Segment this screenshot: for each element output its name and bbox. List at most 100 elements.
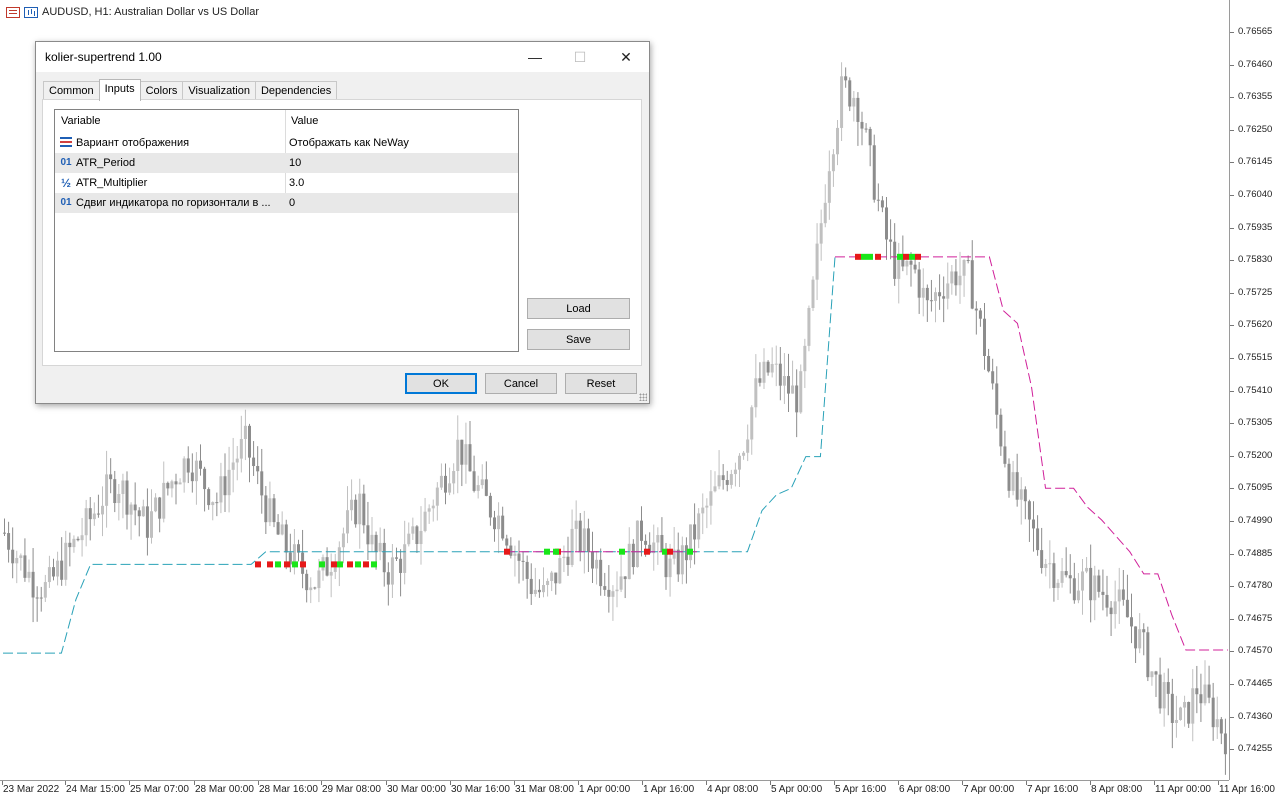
candle-body: [1125, 599, 1129, 618]
input-row-atr-multiplier[interactable]: ½ ATR_Multiplier 3.0: [55, 173, 518, 193]
tab-dependencies[interactable]: Dependencies: [254, 81, 338, 100]
candle-body: [444, 475, 447, 493]
candle-body: [415, 526, 419, 545]
time-label: 23 Mar 2022: [3, 784, 60, 795]
candle-body: [750, 407, 754, 440]
time-label: 30 Mar 00:00: [387, 784, 446, 795]
candle-body: [586, 528, 590, 552]
price-axis[interactable]: 0.76565 0.76460 0.76355 0.76250 0.76145 0.760…: [1229, 0, 1280, 780]
candle-body: [1142, 629, 1146, 633]
input-value[interactable]: Отображать как NeWay: [289, 133, 409, 153]
input-row-display-mode[interactable]: Вариант отображения Отображать как NeWay: [55, 133, 518, 153]
time-label: 4 Apr 08:00: [707, 784, 759, 795]
minimize-button[interactable]: —: [512, 42, 558, 72]
candle-body: [272, 498, 276, 523]
value-column-header[interactable]: Value: [285, 110, 518, 132]
candle-body: [101, 505, 104, 515]
candle-body: [1183, 701, 1187, 708]
candle-body: [43, 582, 47, 598]
candle-body: [68, 542, 72, 548]
candle-body: [3, 532, 6, 534]
candle-body: [1146, 632, 1150, 678]
candle-body: [439, 475, 443, 488]
candle-body: [1019, 489, 1023, 500]
price-label: 0.76250: [1238, 123, 1273, 135]
tab-common[interactable]: Common: [43, 81, 100, 100]
save-button[interactable]: Save: [527, 329, 630, 350]
input-row-shift[interactable]: 01 Сдвиг индикатора по горизонтали в ...…: [55, 193, 518, 213]
candles-icon[interactable]: [24, 6, 38, 18]
candle-body: [105, 474, 109, 506]
candle-body: [901, 259, 905, 267]
input-value[interactable]: 3.0: [289, 173, 304, 193]
sell-signal-marker: [284, 561, 290, 568]
input-value[interactable]: 0: [289, 193, 295, 213]
candle-body: [1121, 589, 1125, 600]
sell-signal-marker: [903, 253, 909, 260]
candle-body: [962, 260, 966, 276]
cancel-button[interactable]: Cancel: [485, 373, 557, 394]
candle-body: [987, 355, 991, 372]
candle-body: [995, 383, 999, 415]
candle-body: [999, 414, 1003, 447]
candle-body: [431, 505, 435, 509]
candle-body: [909, 260, 913, 265]
candle-body: [182, 458, 186, 483]
candle-body: [1032, 519, 1035, 529]
candle-body: [150, 511, 153, 538]
load-button[interactable]: Load: [527, 298, 630, 319]
candle-body: [448, 483, 452, 493]
input-row-atr-period[interactable]: 01 ATR_Period 10: [55, 153, 518, 173]
candle-body: [709, 491, 713, 506]
input-value[interactable]: 10: [289, 153, 301, 173]
candle-body: [52, 567, 55, 577]
candle-body: [529, 578, 533, 595]
candle-body: [742, 452, 746, 456]
tab-inputs[interactable]: Inputs: [98, 79, 141, 101]
candle-body: [713, 486, 717, 492]
candle-body: [190, 472, 194, 482]
resize-grip[interactable]: [639, 393, 647, 401]
bars-icon[interactable]: [6, 6, 20, 18]
candle-body: [929, 300, 933, 302]
candle-body: [1174, 719, 1178, 723]
sell-signal-marker: [255, 561, 261, 568]
price-label: 0.75305: [1238, 417, 1273, 429]
candle-body: [537, 589, 541, 593]
time-label: 5 Apr 00:00: [771, 784, 823, 795]
price-label: 0.74885: [1238, 547, 1273, 559]
candle-body: [399, 558, 403, 573]
candle-body: [868, 128, 872, 146]
time-axis[interactable]: 23 Mar 2022 24 Mar 15:00 25 Mar 07:00 28 Ma…: [0, 780, 1275, 801]
candle-body: [60, 560, 64, 580]
candle-body: [484, 479, 488, 496]
ok-button[interactable]: OK: [405, 373, 477, 394]
candle-body: [644, 540, 648, 545]
candle-body: [325, 557, 329, 576]
price-label: 0.74780: [1238, 580, 1273, 592]
sell-signal-marker: [347, 561, 353, 568]
reset-button[interactable]: Reset: [565, 373, 637, 394]
candle-body: [913, 264, 917, 270]
candle-body: [631, 543, 635, 568]
maximize-button[interactable]: ☐: [557, 42, 603, 72]
variable-column-header[interactable]: Variable: [55, 110, 285, 132]
buy-signal-marker: [867, 253, 873, 260]
tab-visualization[interactable]: Visualization: [182, 81, 256, 100]
candle-body: [513, 553, 517, 556]
dialog-titlebar[interactable]: kolier-supertrend 1.00 — ☐ ✕: [36, 42, 649, 72]
candle-body: [640, 520, 643, 541]
sell-signal-marker: [667, 548, 673, 555]
candle-body: [215, 502, 219, 504]
candle-body: [460, 439, 464, 465]
candle-body: [211, 502, 215, 506]
tab-colors[interactable]: Colors: [139, 81, 184, 100]
candle-body: [1097, 575, 1101, 592]
candle-body: [362, 493, 366, 526]
candle-body: [550, 572, 554, 581]
candle-body: [582, 528, 586, 552]
price-label: 0.75410: [1238, 384, 1273, 396]
candle-body: [386, 572, 390, 585]
close-button[interactable]: ✕: [603, 42, 649, 72]
candle-body: [676, 549, 680, 575]
